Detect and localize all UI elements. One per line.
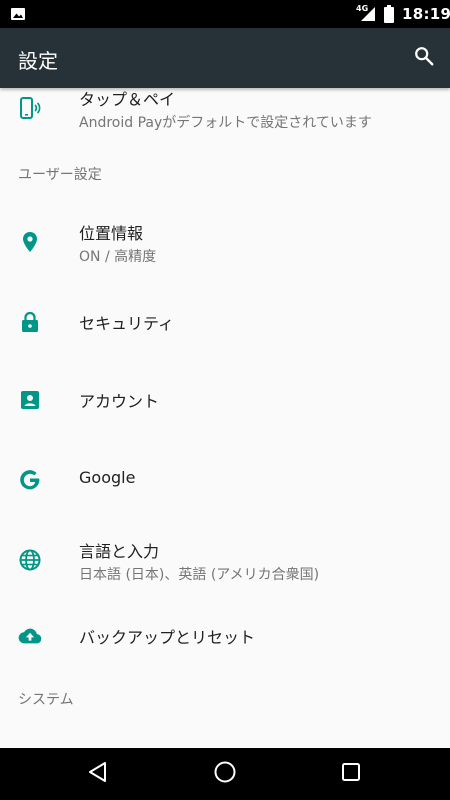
settings-item-label: 位置情報 <box>79 224 144 243</box>
settings-item-label: 言語と入力 <box>79 542 160 561</box>
settings-item-tap-pay[interactable]: タップ＆ペイ Android Payがデフォルトで設定されています <box>0 88 450 140</box>
recents-button[interactable] <box>335 758 367 790</box>
app-bar: 設定 <box>0 28 450 88</box>
section-header-system: システム <box>18 692 74 708</box>
settings-item-summary: ON / 高精度 <box>79 249 157 265</box>
location-pin-icon <box>18 230 42 254</box>
settings-list: タップ＆ペイ Android Payがデフォルトで設定されています ユーザー設定… <box>0 88 450 748</box>
settings-item-backup-reset[interactable]: バックアップとリセット <box>0 600 450 672</box>
settings-item-summary: Android Payがデフォルトで設定されています <box>79 115 372 131</box>
home-button[interactable] <box>209 758 241 790</box>
settings-item-label: セキュリティ <box>79 314 175 333</box>
nfc-tap-pay-icon <box>18 96 42 120</box>
battery-icon <box>383 5 395 27</box>
section-header-user-settings: ユーザー設定 <box>18 167 102 183</box>
globe-language-icon <box>18 548 42 572</box>
page-title: 設定 <box>18 49 58 73</box>
home-circle-icon <box>213 760 237 788</box>
settings-item-summary: 日本語 (日本)、英語 (アメリカ合衆国) <box>79 567 320 583</box>
account-box-icon <box>18 388 42 412</box>
settings-item-security[interactable]: セキュリティ <box>0 286 450 358</box>
settings-item-label: アカウント <box>79 392 160 411</box>
settings-item-label: タップ＆ペイ <box>79 90 176 109</box>
status-bar: 4G 18:19 <box>0 0 450 28</box>
search-icon <box>413 45 435 71</box>
settings-item-account[interactable]: アカウント <box>0 364 450 436</box>
search-button[interactable] <box>406 40 442 76</box>
settings-item-google[interactable]: Google <box>0 444 450 516</box>
back-button[interactable] <box>82 758 114 790</box>
settings-item-language-input[interactable]: 言語と入力 日本語 (日本)、英語 (アメリカ合衆国) <box>0 524 450 596</box>
google-g-icon <box>18 468 42 492</box>
status-time: 18:19 <box>402 5 450 23</box>
settings-item-label: Google <box>79 468 136 487</box>
settings-item-label: バックアップとリセット <box>79 628 256 647</box>
lock-icon <box>18 310 42 334</box>
signal-strength-icon <box>360 6 376 26</box>
cloud-upload-icon <box>18 624 42 648</box>
recents-square-icon <box>341 762 361 786</box>
back-triangle-icon <box>87 761 109 787</box>
photo-notification-icon <box>10 6 26 26</box>
settings-item-location[interactable]: 位置情報 ON / 高精度 <box>0 206 450 278</box>
navigation-bar <box>0 748 450 800</box>
